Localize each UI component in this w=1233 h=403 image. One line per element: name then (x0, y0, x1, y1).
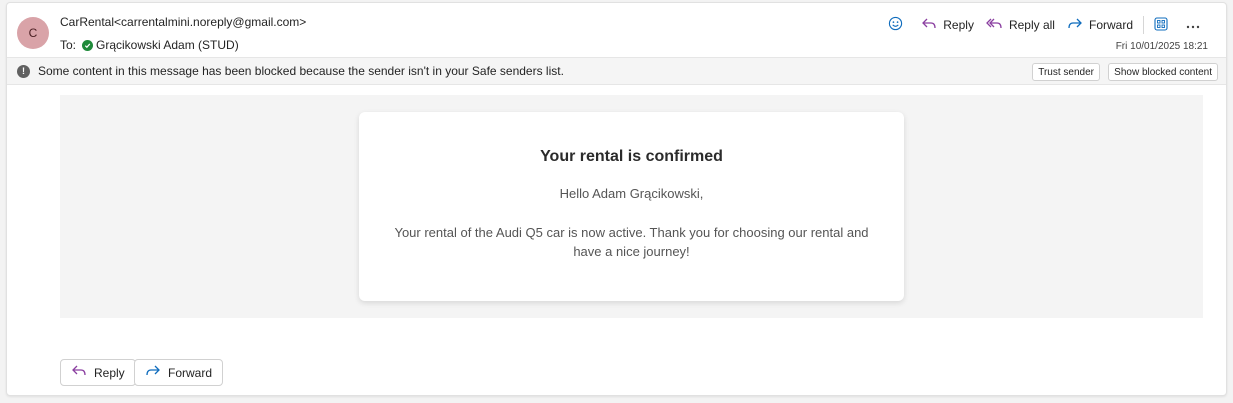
blocked-content-message: Some content in this message has been bl… (38, 64, 564, 78)
recipient-name[interactable]: Grącikowski Adam (STUD) (96, 38, 239, 52)
email-content-card: Your rental is confirmed Hello Adam Grąc… (359, 112, 904, 301)
forward-button[interactable]: Forward (1061, 14, 1139, 36)
sender-avatar[interactable]: C (17, 17, 49, 49)
show-blocked-content-button[interactable]: Show blocked content (1108, 63, 1218, 81)
reply-all-icon (986, 17, 1009, 34)
more-actions-button[interactable] (1180, 14, 1212, 36)
emoji-reaction-button[interactable] (882, 14, 915, 36)
reply-button[interactable]: Reply (915, 14, 980, 36)
to-label: To: (60, 38, 77, 52)
toolbar-divider (1143, 16, 1144, 34)
blocked-content-bar: ! Some content in this message has been … (7, 57, 1226, 85)
reply-icon (71, 364, 94, 381)
email-greeting: Hello Adam Grącikowski, (559, 186, 704, 201)
forward-icon (145, 364, 168, 381)
forward-icon (1067, 17, 1089, 34)
recipient-row: To: Grącikowski Adam (STUD) (60, 38, 239, 52)
apps-icon (1154, 16, 1174, 34)
footer-forward-label: Forward (168, 365, 213, 380)
reply-label: Reply (943, 18, 974, 32)
avatar-initial: C (28, 26, 38, 40)
apps-button[interactable] (1148, 14, 1180, 36)
message-date: Fri 10/01/2025 18:21 (1115, 41, 1208, 52)
reply-all-button[interactable]: Reply all (980, 14, 1061, 36)
reply-icon (921, 17, 943, 34)
message-actions: Reply Reply all Forward (882, 14, 1212, 36)
emoji-icon (888, 16, 909, 34)
sender-address[interactable]: CarRental<carrentalmini.noreply@gmail.co… (60, 15, 306, 29)
email-paragraph: Your rental of the Audi Q5 car is now ac… (394, 225, 869, 259)
forward-label: Forward (1088, 18, 1133, 32)
email-heading: Your rental is confirmed (540, 148, 723, 165)
message-reading-pane: C CarRental<carrentalmini.noreply@gmail.… (6, 2, 1227, 396)
more-icon (1186, 18, 1206, 32)
footer-forward-button[interactable]: Forward (134, 359, 224, 386)
email-body: Your rental is confirmed Hello Adam Grąc… (60, 95, 1203, 318)
footer-reply-button[interactable]: Reply (60, 359, 136, 386)
verified-check-icon (82, 39, 94, 51)
trust-sender-button[interactable]: Trust sender (1032, 63, 1100, 81)
footer-reply-label: Reply (94, 365, 125, 380)
info-icon: ! (17, 64, 30, 78)
reply-all-label: Reply all (1008, 18, 1055, 32)
